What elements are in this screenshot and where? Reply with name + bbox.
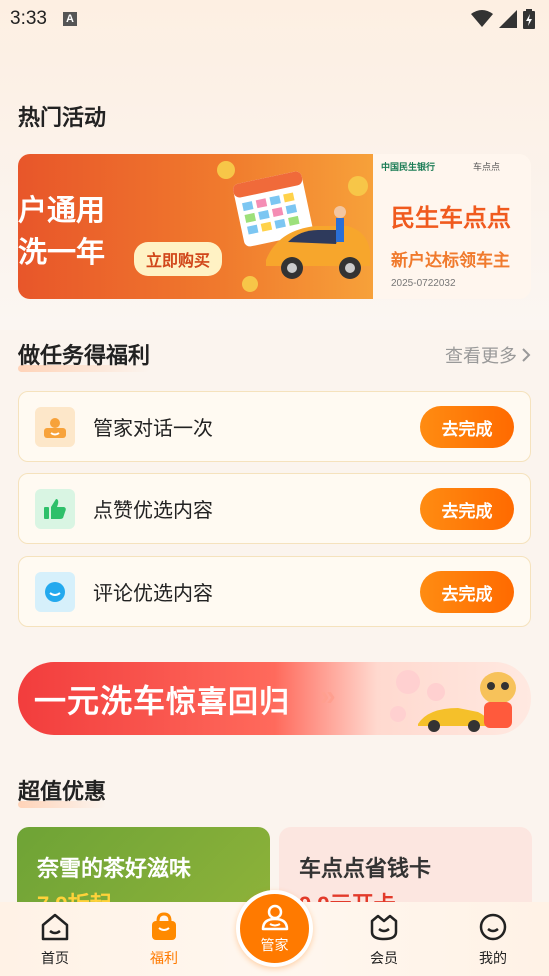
profile-smile-icon	[479, 913, 507, 941]
complete-task-button[interactable]: 去完成	[420, 406, 514, 448]
task-label: 管家对话一次	[93, 418, 213, 440]
comment-bubble-icon	[35, 571, 75, 612]
task-label: 评论优选内容	[93, 583, 213, 605]
tasks-title: 做任务得福利	[18, 338, 151, 372]
tab-home[interactable]: 首页	[25, 912, 85, 968]
double-arrow-icon: »	[320, 680, 336, 711]
tab-welfare[interactable]: 福利	[134, 912, 194, 968]
deals-title: 超值优惠	[18, 774, 107, 808]
status-bar: 3:33 A	[0, 0, 549, 38]
banner-left-text: 户通用 洗一年	[18, 195, 106, 269]
banner-right-subtitle: 新户达标领车主	[391, 251, 510, 270]
view-more-link[interactable]: 查看更多	[445, 342, 531, 368]
status-time: 3:33	[10, 8, 47, 29]
partner-logo-text: 车点点	[473, 162, 501, 172]
chevron-right-icon	[522, 348, 531, 362]
banner-right-panel: 中国民生银行 车点点 民生车点点 新户达标领车主 2025-0722032	[373, 154, 531, 299]
task-card-comment: 评论优选内容 去完成	[18, 556, 531, 627]
thumbs-up-icon	[35, 488, 75, 529]
calendar-car-illustration	[217, 161, 370, 292]
notification-a-icon: A	[62, 12, 77, 26]
complete-task-button[interactable]: 去完成	[420, 488, 514, 530]
wifi-icon	[471, 10, 493, 27]
minsheng-promo-banner[interactable]: 户通用 洗一年 立即购买 中国民生银行 车点点 民生车点点 新户达标领车主 20…	[18, 154, 531, 299]
bank-logo-text: 中国民生银行	[381, 162, 436, 172]
butler-chat-icon	[35, 406, 75, 447]
tab-profile[interactable]: 我的	[463, 912, 523, 968]
banner-code: 2025-0722032	[391, 278, 456, 289]
battery-icon	[523, 9, 535, 29]
deal-title: 奈雪的茶好滋味	[37, 856, 192, 881]
tab-butler[interactable]: 管家	[236, 890, 313, 967]
butler-icon	[261, 904, 288, 930]
tab-member[interactable]: 会员	[354, 912, 414, 968]
task-label: 点赞优选内容	[93, 500, 213, 522]
member-crown-icon	[370, 914, 398, 941]
hot-activities-title: 热门活动	[18, 100, 107, 134]
complete-task-button[interactable]: 去完成	[420, 571, 514, 613]
status-icons	[471, 9, 535, 29]
mascot-car-illustration	[390, 670, 516, 732]
one-yuan-wash-banner[interactable]: 一元洗车惊喜回归 »	[18, 662, 531, 735]
banner-right-title: 民生车点点	[391, 205, 511, 232]
task-card-chat: 管家对话一次 去完成	[18, 391, 531, 462]
signal-icon	[499, 10, 517, 28]
task-card-like: 点赞优选内容 去完成	[18, 473, 531, 544]
home-smile-icon	[41, 913, 69, 941]
gift-bag-icon	[152, 912, 176, 940]
deal-title: 车点点省钱卡	[299, 856, 432, 881]
promo-text: 一元洗车惊喜回归	[34, 683, 291, 719]
